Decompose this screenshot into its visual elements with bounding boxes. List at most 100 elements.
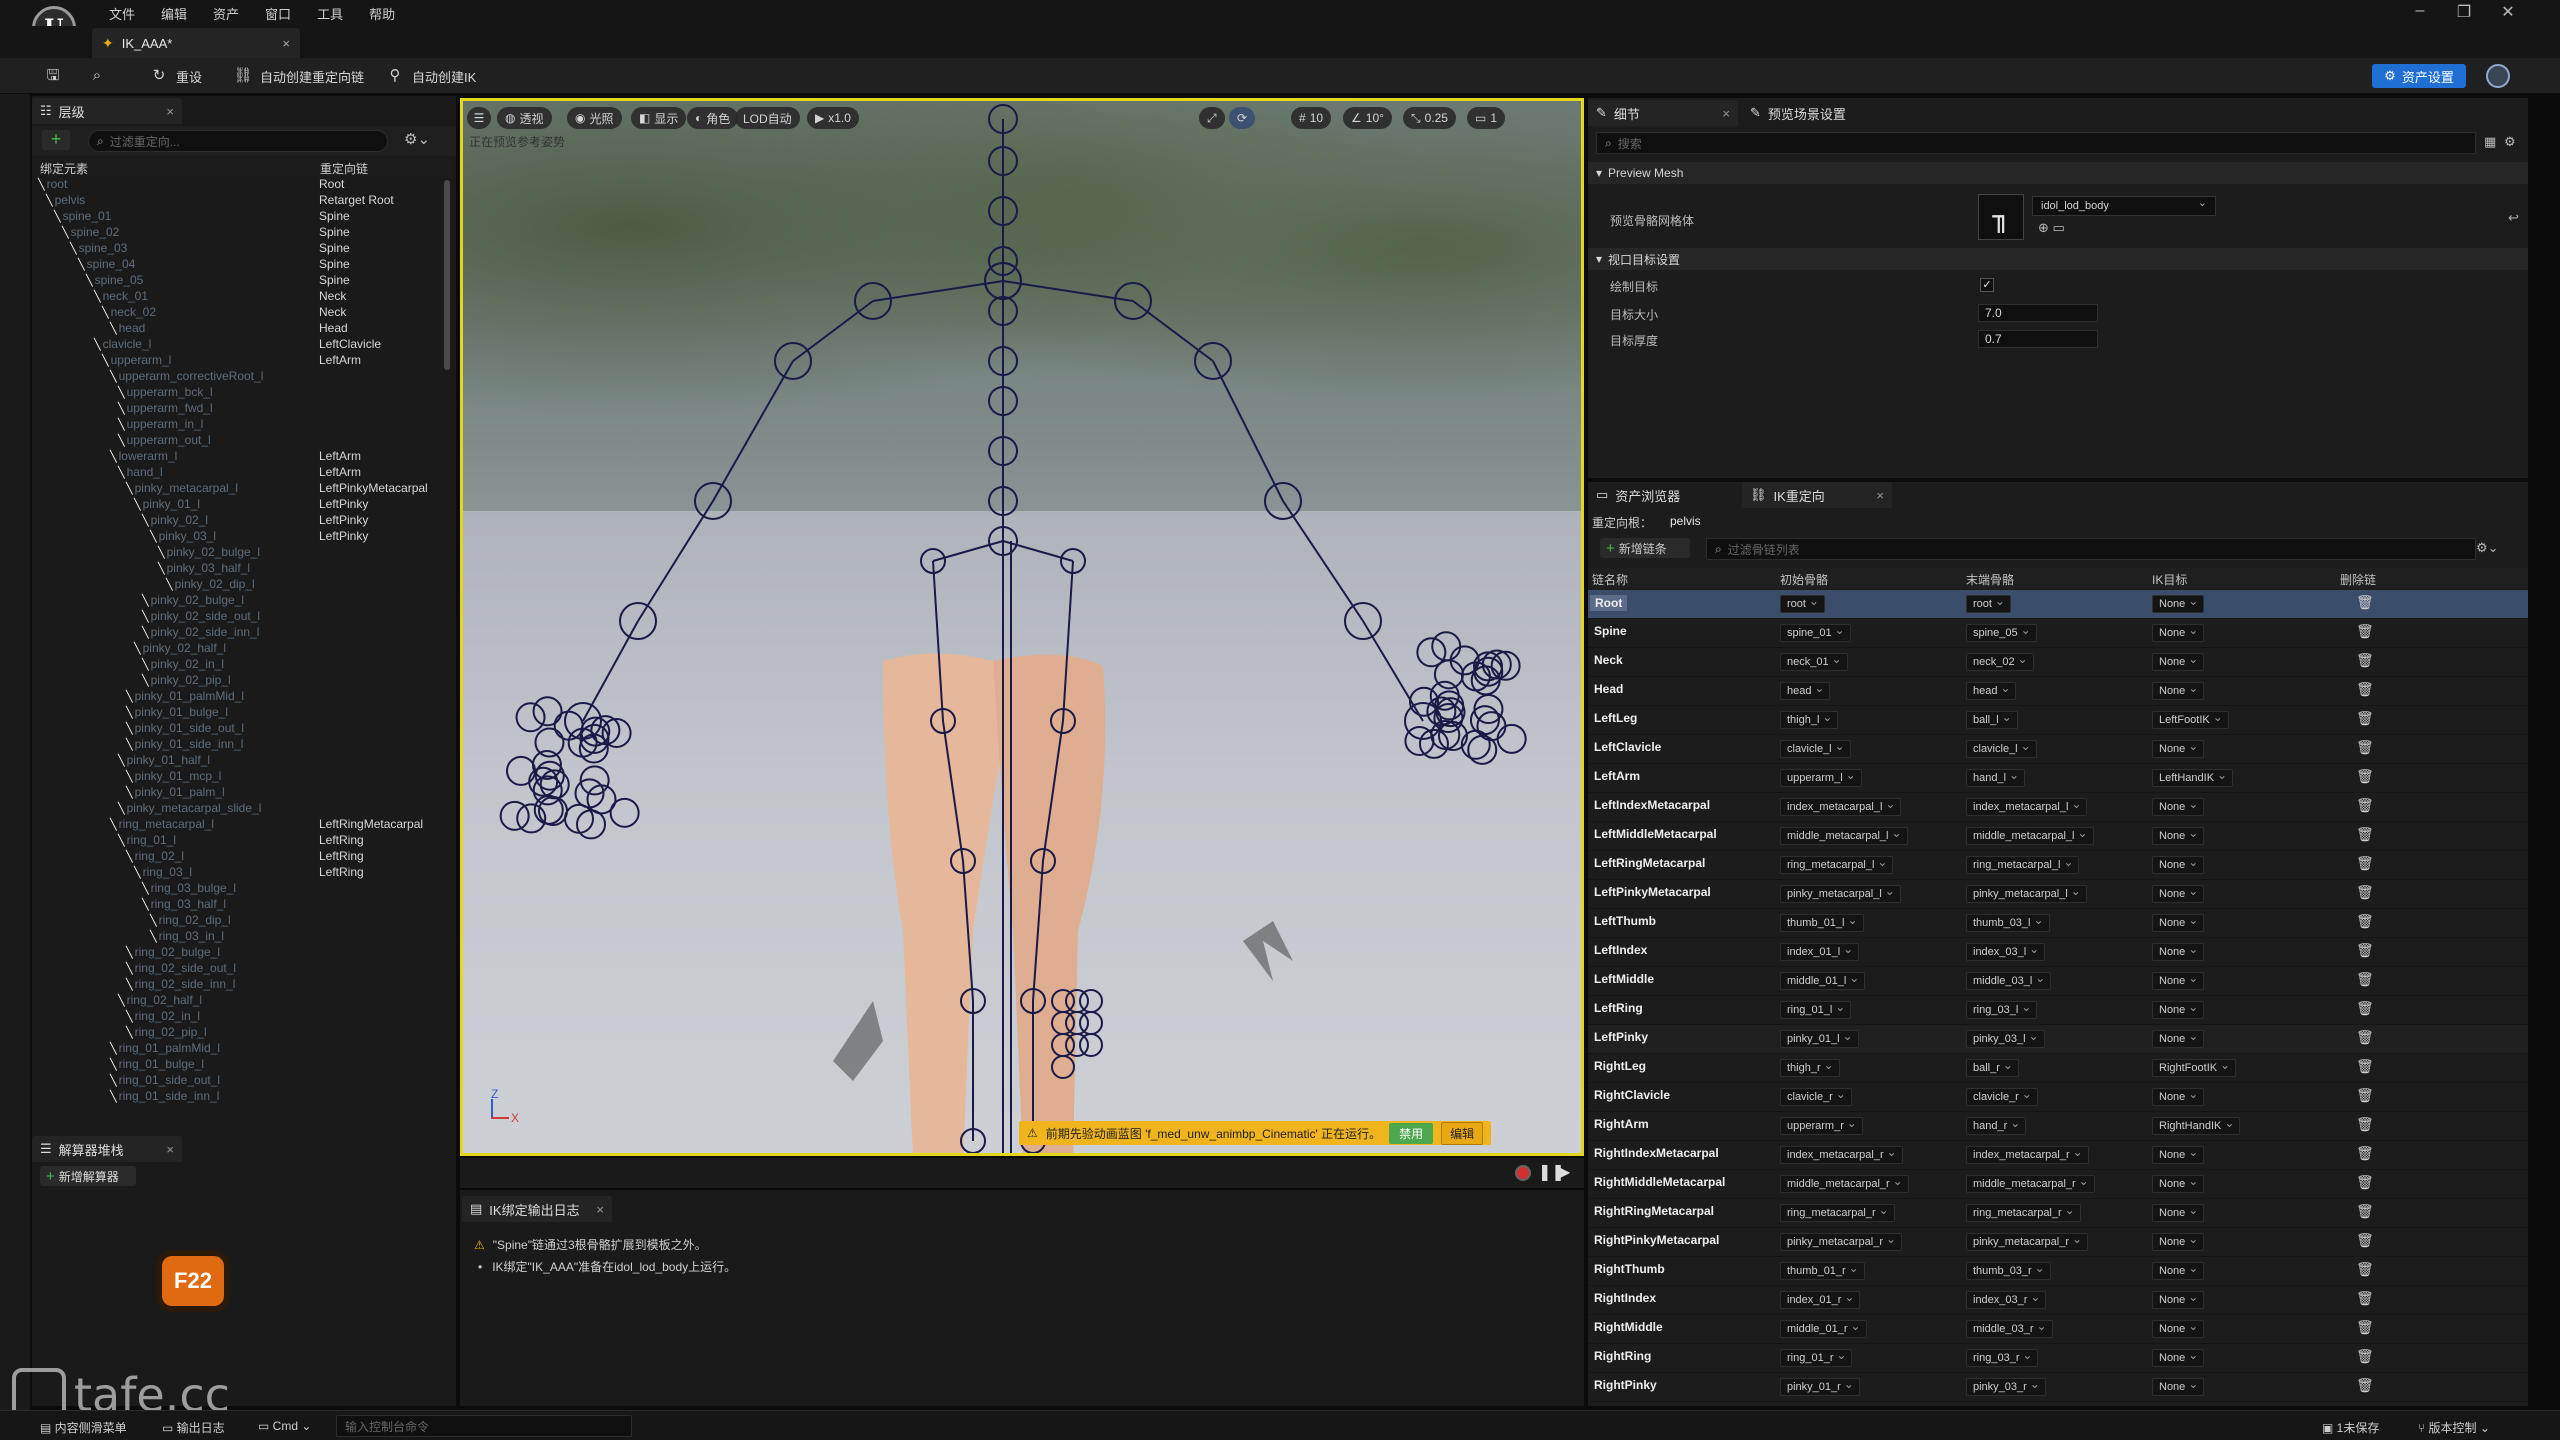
ik-goal-dropdown[interactable]: None — [2152, 1318, 2205, 1338]
delete-chain-icon[interactable]: 🗑 — [2356, 710, 2374, 727]
viewport-button[interactable]: ▶ x1.0 — [807, 107, 859, 129]
chain-row[interactable]: LeftThumb thumb_01_l thumb_03_l None 🗑 — [1588, 909, 2528, 938]
delete-chain-icon[interactable]: 🗑 — [2356, 1203, 2374, 1220]
tree-row[interactable]: upperarm_bck_l — [32, 384, 442, 400]
minimize-icon[interactable]: – — [2400, 2, 2440, 20]
tree-row[interactable]: ring_03_in_l — [32, 928, 442, 944]
end-bone-dropdown[interactable]: ring_03_l — [1966, 999, 2038, 1019]
start-bone-dropdown[interactable]: middle_metacarpal_r — [1780, 1173, 1909, 1193]
close-tab-icon[interactable]: × — [166, 1142, 174, 1157]
end-bone-dropdown[interactable]: pinky_metacarpal_l — [1966, 883, 2087, 903]
start-bone-dropdown[interactable]: ring_metacarpal_l — [1780, 854, 1894, 874]
tree-row[interactable]: pinky_01_l LeftPinky — [32, 496, 442, 512]
ik-goal-dropdown[interactable]: None — [2152, 1231, 2205, 1251]
browse-button[interactable]: ⌕ — [86, 64, 108, 88]
delete-chain-icon[interactable]: 🗑 — [2356, 1319, 2374, 1336]
snap-grid-control[interactable]: #10 — [1291, 107, 1332, 129]
delete-chain-icon[interactable]: 🗑 — [2356, 1348, 2374, 1365]
tree-row[interactable]: pinky_01_bulge_l — [32, 704, 442, 720]
chain-row[interactable]: LeftIndexMetacarpal index_metacarpal_l ind… — [1588, 793, 2528, 822]
end-bone-dropdown[interactable]: root — [1966, 593, 2011, 613]
close-tab-icon[interactable]: × — [596, 1202, 604, 1217]
start-bone-dropdown[interactable]: middle_01_l — [1780, 970, 1866, 990]
delete-chain-icon[interactable]: 🗑 — [2356, 1000, 2374, 1017]
restore-icon[interactable]: ❐ — [2444, 2, 2484, 22]
tree-row[interactable]: pinky_01_palm_l — [32, 784, 442, 800]
tree-row[interactable]: ring_01_palmMid_l — [32, 1040, 442, 1056]
tab-preview-scene-settings[interactable]: ✎ 预览场景设置 — [1742, 100, 1892, 126]
retarget-root-value[interactable]: pelvis — [1670, 514, 1701, 528]
chain-row[interactable]: RightIndexMetacarpal index_metacarpal_r in… — [1588, 1141, 2528, 1170]
chain-row[interactable]: RightMiddleMetacarpal middle_metacarpal_r… — [1588, 1170, 2528, 1199]
chain-row[interactable]: LeftMiddleMetacarpal middle_metacarpal_l m… — [1588, 822, 2528, 851]
delete-chain-icon[interactable]: 🗑 — [2356, 768, 2374, 785]
asset-settings-button[interactable]: ⚙ 资产设置 — [2372, 64, 2466, 88]
start-bone-dropdown[interactable]: pinky_metacarpal_r — [1780, 1231, 1902, 1251]
ik-goal-dropdown[interactable]: None — [2152, 651, 2205, 671]
tree-row[interactable]: spine_02 Spine — [32, 224, 442, 240]
delete-chain-icon[interactable]: 🗑 — [2356, 1116, 2374, 1133]
ik-goal-dropdown[interactable]: None — [2152, 738, 2205, 758]
end-bone-dropdown[interactable]: ball_r — [1966, 1057, 2019, 1077]
end-bone-dropdown[interactable]: middle_03_l — [1966, 970, 2052, 990]
end-bone-dropdown[interactable]: hand_l — [1966, 767, 2026, 787]
tree-row[interactable]: ring_01_l LeftRing — [32, 832, 442, 848]
ik-goal-dropdown[interactable]: None — [2152, 680, 2205, 700]
end-bone-dropdown[interactable]: pinky_03_l — [1966, 1028, 2045, 1048]
reset-arrow-icon[interactable]: ↩ — [2508, 210, 2519, 226]
goal-size-field[interactable]: 7.0 — [1978, 304, 2098, 322]
tree-row[interactable]: pinky_02_bulge_l — [32, 544, 442, 560]
add-button[interactable]: + — [42, 130, 70, 150]
viewport[interactable]: ☰ ◍ 透视 ◉ 光照 ◧ 显示 ◐ 角色 LOD自动 ▶ x1.0 ⤢ ⟳ #10 ∠ 10° ⤡ 0… — [460, 98, 1584, 1156]
close-tab-icon[interactable]: × — [1876, 488, 1884, 503]
viewport-button[interactable]: ◧ 显示 — [631, 107, 687, 129]
start-bone-dropdown[interactable]: thigh_l — [1780, 709, 1839, 729]
ik-goal-dropdown[interactable]: None — [2152, 1202, 2205, 1222]
start-bone-dropdown[interactable]: index_01_l — [1780, 941, 1860, 961]
delete-chain-icon[interactable]: 🗑 — [2356, 942, 2374, 959]
tree-row[interactable]: root Root — [32, 176, 442, 192]
start-bone-dropdown[interactable]: ring_01_r — [1780, 1347, 1853, 1367]
hierarchy-search-input[interactable]: ⌕ 过滤重定向... — [88, 130, 388, 152]
chain-row[interactable]: Neck neck_01 neck_02 None 🗑 — [1588, 648, 2528, 677]
table-view-icon[interactable]: ▦ — [2484, 134, 2496, 150]
end-bone-dropdown[interactable]: index_metacarpal_l — [1966, 796, 2088, 816]
end-bone-dropdown[interactable]: middle_03_r — [1966, 1318, 2053, 1338]
tree-row[interactable]: pinky_metacarpal_slide_l — [32, 800, 442, 816]
chain-row[interactable]: Root root root None 🗑 — [1588, 590, 2528, 619]
ik-goal-dropdown[interactable]: None — [2152, 825, 2205, 845]
chain-row[interactable]: LeftIndex index_01_l index_03_l None 🗑 — [1588, 938, 2528, 967]
ik-goal-dropdown[interactable]: None — [2152, 593, 2205, 613]
end-bone-dropdown[interactable]: index_metacarpal_r — [1966, 1144, 2089, 1164]
end-bone-dropdown[interactable]: clavicle_l — [1966, 738, 2037, 758]
viewport-menu-icon[interactable]: ☰ — [467, 107, 491, 129]
mesh-thumbnail[interactable]: ╖ — [1978, 194, 2024, 240]
delete-chain-icon[interactable]: 🗑 — [2356, 594, 2374, 611]
ik-goal-dropdown[interactable]: None — [2152, 796, 2205, 816]
start-bone-dropdown[interactable]: index_01_r — [1780, 1289, 1861, 1309]
ik-goal-dropdown[interactable]: None — [2152, 1347, 2205, 1367]
browse-to-asset-icon[interactable]: ⊕ ▭ — [2038, 220, 2065, 236]
chain-row[interactable]: LeftLeg thigh_l ball_l LeftFootIK 🗑 — [1588, 706, 2528, 735]
start-bone-dropdown[interactable]: pinky_metacarpal_l — [1780, 883, 1901, 903]
tree-row[interactable]: pinky_02_side_inn_l — [32, 624, 442, 640]
end-bone-dropdown[interactable]: ball_l — [1966, 709, 2018, 729]
tree-row[interactable]: pinky_02_dip_l — [32, 576, 442, 592]
add-chain-button[interactable]: + 新增链条 — [1600, 538, 1690, 558]
record-button[interactable] — [1515, 1165, 1531, 1181]
auto-create-ik-button[interactable]: ⚲ 自动创建IK — [384, 64, 477, 88]
start-bone-dropdown[interactable]: clavicle_l — [1780, 738, 1851, 758]
tree-row[interactable]: ring_metacarpal_l LeftRingMetacarpal — [32, 816, 442, 832]
end-bone-dropdown[interactable]: pinky_03_r — [1966, 1376, 2046, 1396]
start-bone-dropdown[interactable]: ring_01_l — [1780, 999, 1852, 1019]
chain-row[interactable]: RightPinky pinky_01_r pinky_03_r None 🗑 — [1588, 1373, 2528, 1402]
ik-goal-dropdown[interactable]: RightFootIK — [2152, 1057, 2237, 1077]
tree-row[interactable]: spine_04 Spine — [32, 256, 442, 272]
end-bone-dropdown[interactable]: head — [1966, 680, 2017, 700]
tree-row[interactable]: ring_03_half_l — [32, 896, 442, 912]
output-log-button[interactable]: ▭ 输出日志 — [162, 1419, 225, 1436]
reset-button[interactable]: ↻ 重设 — [148, 64, 202, 88]
end-bone-dropdown[interactable]: middle_metacarpal_l — [1966, 825, 2094, 845]
end-bone-dropdown[interactable]: spine_05 — [1966, 622, 2037, 642]
cmd-dropdown[interactable]: ▭ Cmd ⌄ — [258, 1419, 311, 1433]
